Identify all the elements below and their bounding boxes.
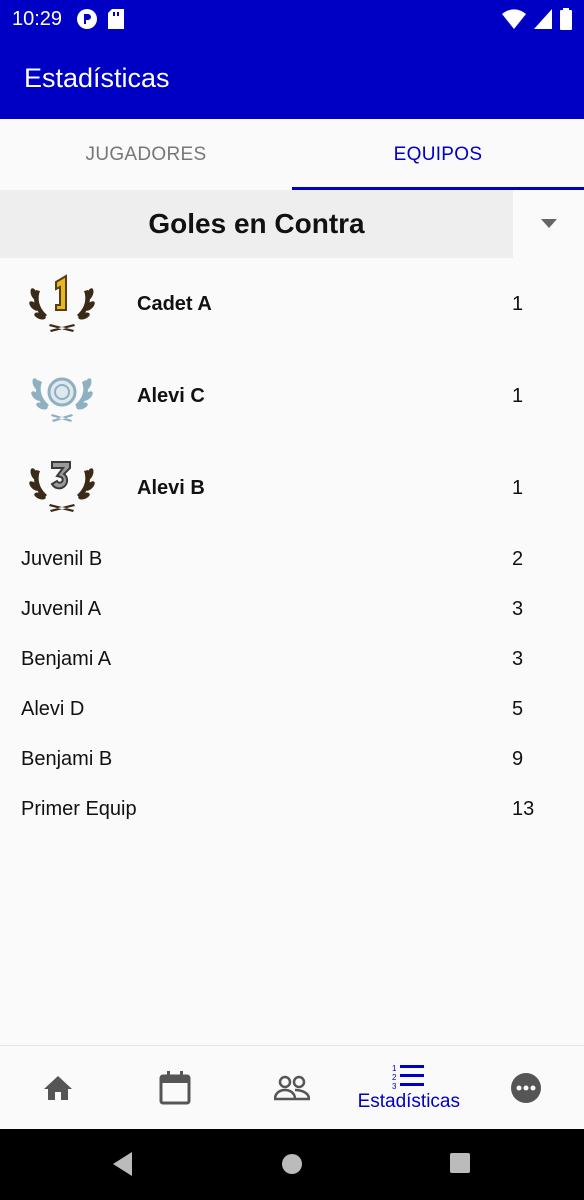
battery-icon bbox=[560, 8, 572, 30]
dropdown-arrow-icon bbox=[540, 219, 557, 228]
sd-card-icon bbox=[108, 9, 125, 29]
recents-icon[interactable] bbox=[450, 1153, 470, 1173]
more-icon bbox=[510, 1072, 541, 1103]
team-name: Alevi C bbox=[137, 384, 205, 407]
stat-selector[interactable]: Goles en Contra bbox=[0, 190, 584, 258]
nav-more[interactable] bbox=[467, 1046, 584, 1129]
list-item[interactable]: Juvenil A 3 bbox=[0, 584, 584, 634]
page-title: Estadísticas bbox=[24, 63, 170, 93]
app-notification-icon bbox=[77, 9, 98, 29]
team-name: Juvenil B bbox=[21, 547, 103, 570]
list-item[interactable]: Juvenil B 2 bbox=[0, 534, 584, 584]
status-bar: 10:29 bbox=[0, 0, 584, 38]
team-value: 1 bbox=[512, 384, 524, 407]
nav-home[interactable] bbox=[0, 1046, 117, 1129]
tab-jugadores[interactable]: JUGADORES bbox=[0, 119, 292, 190]
wifi-icon bbox=[502, 9, 526, 29]
team-value: 1 bbox=[512, 476, 524, 499]
team-name: Alevi D bbox=[21, 697, 85, 720]
status-time: 10:29 bbox=[12, 7, 63, 30]
home-icon bbox=[44, 1075, 73, 1100]
svg-text:3: 3 bbox=[392, 1082, 397, 1089]
svg-text:2: 2 bbox=[392, 1073, 397, 1082]
bottom-navigation: 123 Estadísticas bbox=[0, 1045, 584, 1129]
svg-text:1: 1 bbox=[392, 1064, 397, 1073]
podium-row-1[interactable]: Cadet A 1 bbox=[0, 258, 584, 350]
team-value: 5 bbox=[512, 697, 524, 720]
tab-bar: JUGADORES EQUIPOS bbox=[0, 119, 584, 190]
list-item[interactable]: Primer Equip 13 bbox=[0, 784, 584, 834]
team-value: 2 bbox=[512, 547, 524, 570]
ranking-list: Cadet A 1 Alevi C 1 Alevi B 1 Juvenil B … bbox=[0, 258, 584, 834]
app-bar: Estadísticas bbox=[0, 38, 584, 119]
dropdown-arrow[interactable] bbox=[513, 190, 584, 258]
team-value: 3 bbox=[512, 597, 524, 620]
team-value: 9 bbox=[512, 747, 524, 770]
podium-row-3[interactable]: Alevi B 1 bbox=[0, 442, 584, 534]
list-item[interactable]: Benjami A 3 bbox=[0, 634, 584, 684]
home-button-icon[interactable] bbox=[281, 1153, 303, 1175]
gold-medal-1-icon bbox=[29, 274, 95, 332]
stat-selector-value[interactable]: Goles en Contra bbox=[0, 190, 513, 258]
team-name: Benjami B bbox=[21, 747, 113, 770]
nav-estadisticas[interactable]: 123 Estadísticas bbox=[350, 1046, 467, 1129]
tab-equipos[interactable]: EQUIPOS bbox=[292, 119, 584, 190]
team-value: 1 bbox=[512, 292, 524, 315]
team-name: Cadet A bbox=[137, 292, 212, 315]
ranking-list-icon: 123 bbox=[392, 1064, 424, 1089]
calendar-icon bbox=[159, 1070, 191, 1104]
team-name: Primer Equip bbox=[21, 797, 137, 820]
nav-calendar[interactable] bbox=[117, 1046, 234, 1129]
podium-row-2[interactable]: Alevi C 1 bbox=[0, 350, 584, 442]
people-icon bbox=[273, 1075, 310, 1100]
team-name: Alevi B bbox=[137, 476, 205, 499]
silver-medal-2-icon bbox=[31, 377, 93, 422]
system-navigation-bar bbox=[0, 1129, 584, 1200]
team-value: 13 bbox=[512, 797, 535, 820]
list-item[interactable]: Alevi D 5 bbox=[0, 684, 584, 734]
back-icon[interactable] bbox=[112, 1151, 134, 1177]
signal-icon bbox=[534, 9, 552, 29]
team-value: 3 bbox=[512, 647, 524, 670]
nav-teams[interactable] bbox=[234, 1046, 351, 1129]
team-name: Benjami A bbox=[21, 647, 112, 670]
list-item[interactable]: Benjami B 9 bbox=[0, 734, 584, 784]
bronze-medal-3-icon bbox=[29, 461, 95, 512]
team-name: Juvenil A bbox=[21, 597, 102, 620]
nav-estadisticas-label: Estadísticas bbox=[357, 1090, 460, 1112]
